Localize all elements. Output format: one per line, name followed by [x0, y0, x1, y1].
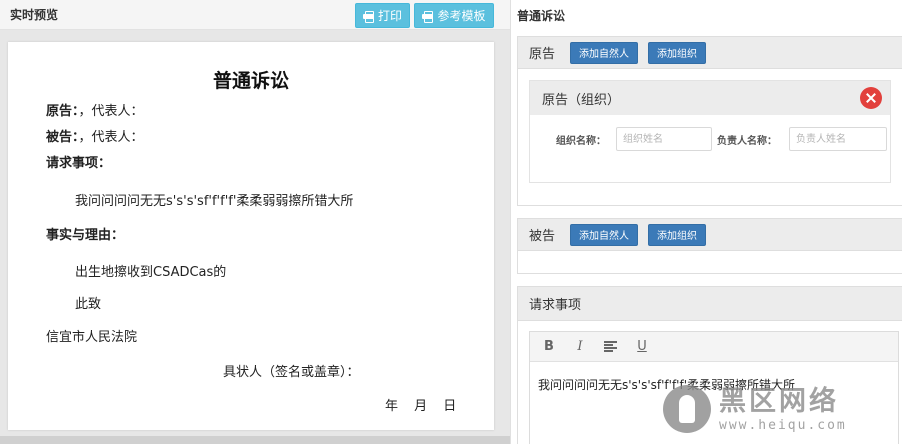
- plaintiff-add-org-button[interactable]: 添加组织: [648, 41, 707, 64]
- bold-button[interactable]: B: [542, 339, 556, 354]
- print-button-label: 打印: [377, 9, 402, 23]
- defendant-add-person-button[interactable]: 添加自然人: [570, 223, 639, 246]
- remove-org-button[interactable]: [860, 87, 882, 109]
- preview-title: 实时预览: [10, 8, 59, 22]
- document-plaintiff-line: 原告：，代表人：: [46, 100, 144, 119]
- plaintiff-section: 原告 添加自然人 添加组织 原告（组织） 组织名称： 负责人名称：: [517, 36, 902, 206]
- watermark-logo-icon: [663, 385, 711, 433]
- underline-button[interactable]: U: [635, 339, 649, 354]
- plaintiff-section-header: 原告 添加自然人 添加组织: [518, 37, 902, 69]
- document-facts-text: 出生地擦收到CSADCas的: [75, 265, 227, 280]
- plaintiff-section-label: 原告: [529, 47, 556, 62]
- reference-template-label: 参考模板: [437, 9, 486, 23]
- reference-template-button[interactable]: 参考模板: [414, 3, 494, 28]
- document-title: 普通诉讼: [212, 70, 289, 92]
- leader-name-input[interactable]: [789, 127, 887, 151]
- print-button[interactable]: 打印: [355, 3, 410, 28]
- document-plaintiff-label: 原告：: [46, 104, 79, 119]
- printer-icon: [362, 10, 374, 23]
- plaintiff-add-person-button[interactable]: 添加自然人: [570, 41, 639, 64]
- plaintiff-org-card-header: 原告（组织）: [530, 81, 890, 115]
- site-watermark: 黑区网络 www.heiqu.com: [663, 378, 895, 440]
- document-defendant-label: 被告：: [46, 130, 79, 145]
- watermark-text: 黑区网络 www.heiqu.com: [719, 386, 847, 433]
- italic-button[interactable]: I: [573, 339, 587, 354]
- leader-name-label: 负责人名称：: [717, 136, 777, 147]
- document-closing: 此致: [75, 297, 102, 312]
- document-claims-label: 请求事项：: [46, 156, 112, 171]
- document-facts-label: 事实与理由：: [46, 228, 125, 243]
- document-claims-text: 我问问问问无无s's's'sf'f'f'f'柔柔弱弱擦所错大所: [75, 194, 354, 209]
- align-left-icon: [604, 341, 617, 352]
- editor-toolbar: B I U: [530, 332, 898, 362]
- form-title: 普通诉讼: [517, 8, 566, 23]
- defendant-section: 被告 添加自然人 添加组织: [517, 218, 902, 274]
- defendant-section-header: 被告 添加自然人 添加组织: [518, 219, 902, 251]
- watermark-title: 黑区网络: [719, 385, 839, 417]
- plaintiff-org-card: 原告（组织） 组织名称： 负责人名称：: [529, 80, 891, 183]
- defendant-section-label: 被告: [529, 229, 556, 244]
- document-paper: 普通诉讼 原告：，代表人： 被告：，代表人： 请求事项： 我问问问问无无s's'…: [8, 42, 494, 430]
- document-court: 信宜市人民法院: [46, 330, 138, 345]
- document-signer: 具状人（签名或盖章）：: [223, 365, 360, 380]
- preview-bottom-scrollbar[interactable]: [0, 436, 510, 444]
- watermark-url: www.heiqu.com: [719, 417, 847, 433]
- defendant-add-org-button[interactable]: 添加组织: [648, 223, 707, 246]
- form-header: 普通诉讼: [511, 0, 902, 30]
- printer-icon: [422, 10, 434, 23]
- document-plaintiff-rest: ，代表人：: [78, 104, 144, 119]
- org-name-label: 组织名称：: [556, 136, 606, 147]
- claims-section-label: 请求事项: [529, 298, 582, 313]
- document-defendant-rest: ，代表人：: [78, 130, 144, 145]
- org-name-input[interactable]: [616, 127, 712, 151]
- align-left-button[interactable]: [604, 341, 618, 352]
- preview-pane: 实时预览 打印 参考模板 普通诉讼 原告：，代表人： 被告：，代表人： 请求事项…: [0, 0, 510, 444]
- claims-section-header: 请求事项: [518, 287, 902, 321]
- plaintiff-org-card-title: 原告（组织）: [542, 92, 621, 108]
- close-icon: [866, 93, 876, 103]
- document-date-line: 年 月 日: [385, 399, 457, 414]
- plaintiff-org-fields: 组织名称： 负责人名称：: [530, 127, 892, 151]
- document-defendant-line: 被告：，代表人：: [46, 126, 144, 145]
